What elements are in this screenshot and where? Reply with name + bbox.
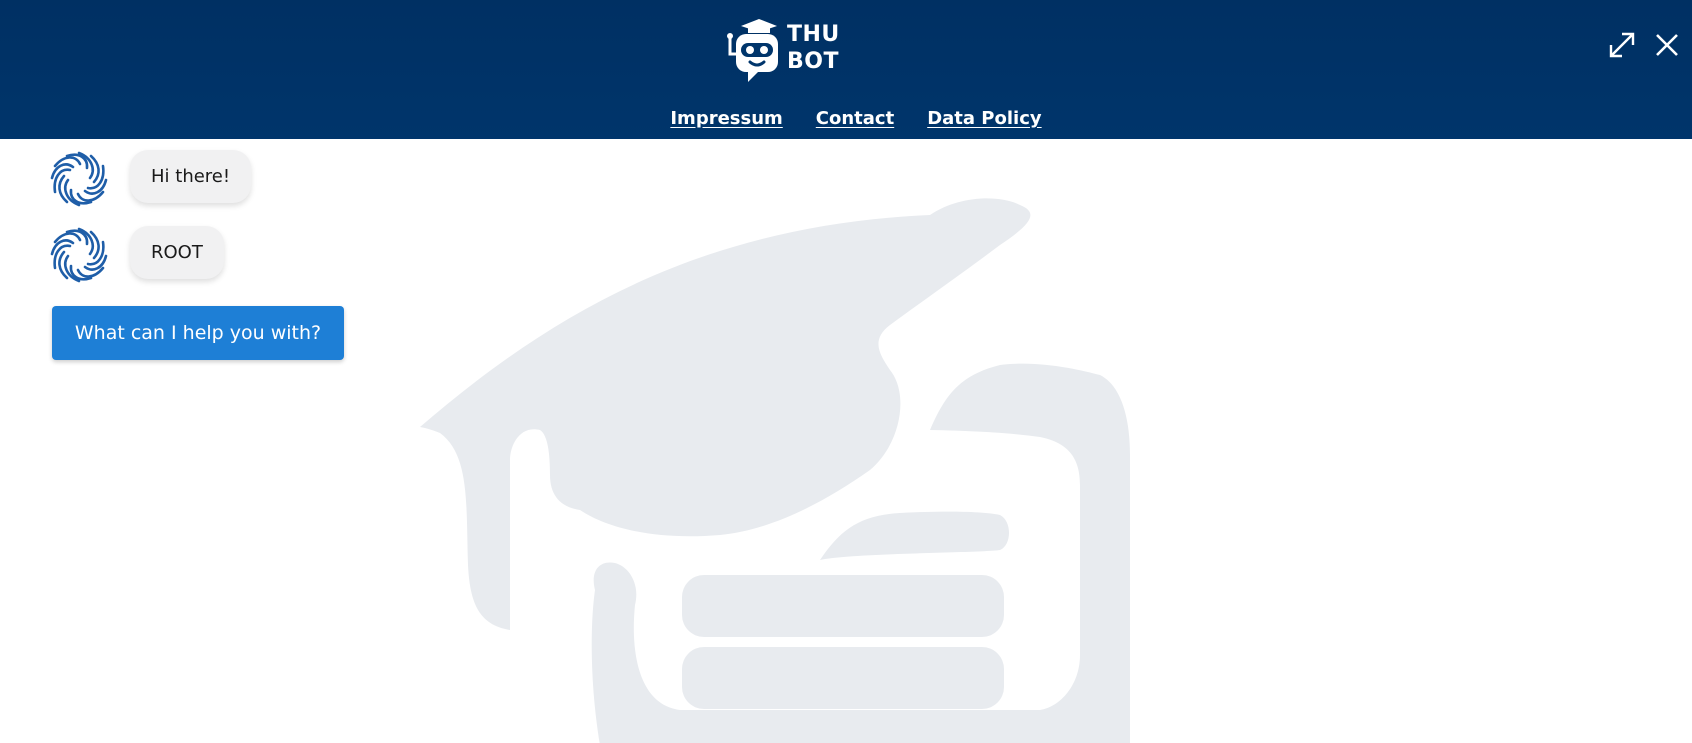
logo-text-line1: THU [787,22,840,47]
chat-message: ROOT [50,226,224,284]
bot-avatar-icon [50,151,108,207]
bot-avatar-icon [50,227,108,283]
footer-nav: Impressum Contact Data Policy [0,108,1692,134]
close-button[interactable] [1652,30,1682,60]
close-icon [1656,34,1678,56]
message-bubble: Hi there! [130,150,252,203]
impressum-link[interactable]: Impressum [670,108,782,134]
background-watermark-icon [420,198,1130,743]
chat-header: THU BOT Impressum Contact Data Policy [0,0,1692,139]
robot-logo-icon [727,19,778,82]
contact-link[interactable]: Contact [816,108,894,134]
expand-button[interactable] [1607,30,1637,60]
thubot-logo: THU BOT [722,16,852,86]
data-policy-link[interactable]: Data Policy [927,108,1041,134]
logo-text: THU BOT [787,21,840,75]
message-bubble: ROOT [130,226,224,279]
expand-icon [1609,32,1635,58]
quick-reply-button[interactable]: What can I help you with? [52,306,344,360]
logo-text-line2: BOT [787,49,839,74]
chat-message: Hi there! [50,150,252,208]
